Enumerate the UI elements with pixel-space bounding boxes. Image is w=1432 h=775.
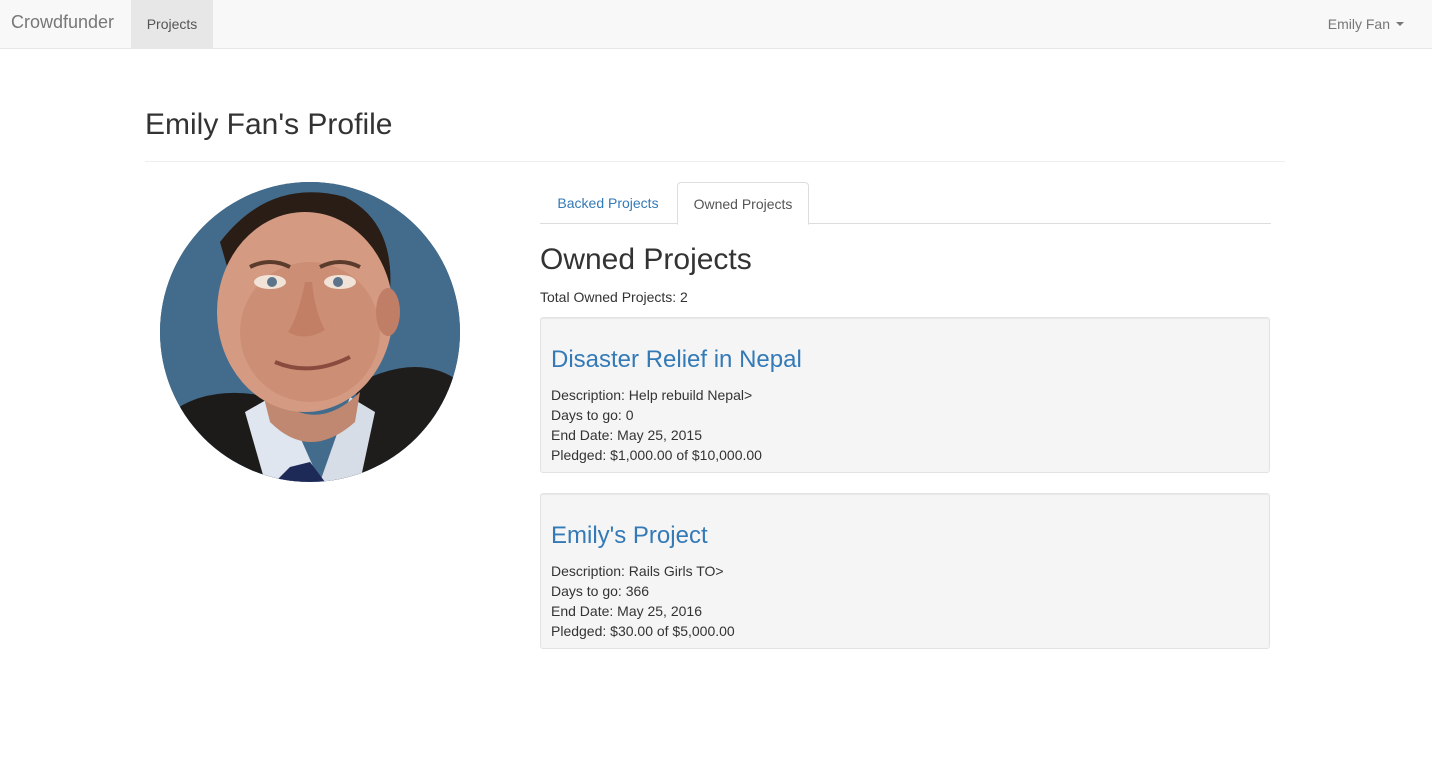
header-divider [145,161,1285,162]
project-card: Emily's Project Description: Rails Girls… [540,493,1270,649]
tab-owned-projects[interactable]: Owned Projects [677,182,809,225]
navbar: Crowdfunder Projects Emily Fan [0,0,1432,49]
profile-tabs: Backed Projects Owned Projects [540,182,1271,225]
project-title-link[interactable]: Emily's Project [551,522,708,550]
project-description: Description: Rails Girls TO> [551,563,724,579]
project-card: Disaster Relief in Nepal Description: He… [540,317,1270,473]
chevron-down-icon [1396,22,1404,26]
project-details: Description: Help rebuild Nepal> Days to… [551,385,762,465]
project-days-to-go: Days to go: 0 [551,407,634,423]
tab-backed-projects[interactable]: Backed Projects [540,182,676,224]
nav-projects-label: Projects [146,16,198,32]
brand-link[interactable]: Crowdfunder [11,12,114,33]
project-end-date: End Date: May 25, 2016 [551,603,702,619]
user-menu-label: Emily Fan [1327,16,1390,32]
avatar [160,182,460,482]
project-pledged: Pledged: $30.00 of $5,000.00 [551,623,735,639]
project-title-link[interactable]: Disaster Relief in Nepal [551,346,802,374]
project-days-to-go: Days to go: 366 [551,583,650,599]
owned-projects-heading: Owned Projects [540,243,752,276]
project-end-date: End Date: May 25, 2015 [551,427,702,443]
project-description: Description: Help rebuild Nepal> [551,387,753,403]
total-owned-projects: Total Owned Projects: 2 [540,289,688,305]
user-menu-dropdown[interactable]: Emily Fan [1328,0,1404,48]
project-pledged: Pledged: $1,000.00 of $10,000.00 [551,447,762,463]
project-details: Description: Rails Girls TO> Days to go:… [551,561,735,641]
page-title: Emily Fan's Profile [145,108,393,141]
nav-projects-link[interactable]: Projects [131,0,213,48]
tab-backed-label: Backed Projects [557,195,659,211]
profile-photo-icon [160,182,460,482]
tab-owned-label: Owned Projects [693,195,793,212]
